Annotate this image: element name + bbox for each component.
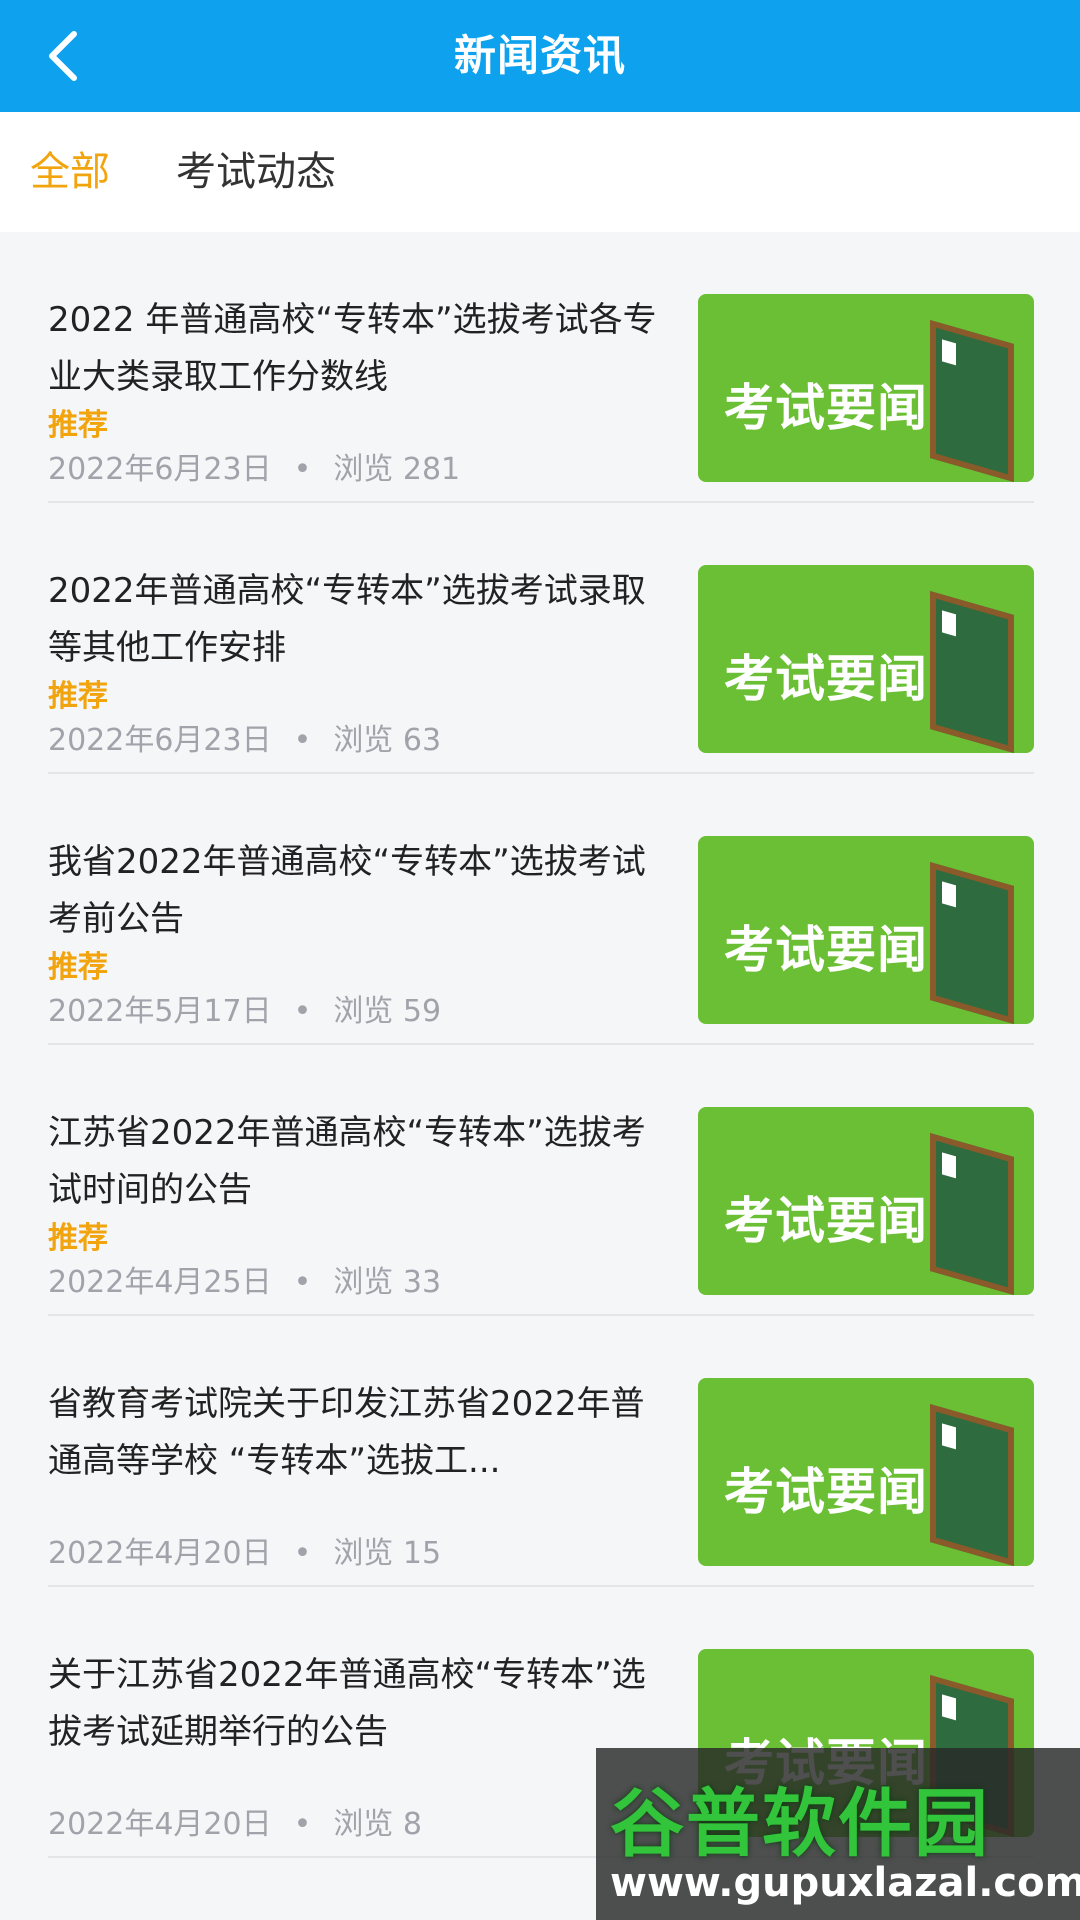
recommend-tag: 推荐 [48, 679, 108, 714]
views-label: 浏览 [333, 1265, 394, 1300]
recommend-tag: 推荐 [48, 950, 108, 985]
news-meta: 2022年4月20日 • 浏览 8 [48, 1799, 422, 1843]
recommend-tag: 推荐 [48, 408, 108, 443]
watermark-name: 谷普软件园 [610, 1781, 990, 1867]
news-title: 我省2022年普通高校“专转本”选拔考试考前公告 [48, 842, 646, 939]
blackboard-icon [930, 1403, 1014, 1566]
news-item[interactable]: 2022 年普通高校“专转本”选拔考试各专业大类录取工作分数线 推荐 2022年6月… [48, 232, 1034, 503]
views-count: 15 [402, 1536, 442, 1571]
views-count: 8 [402, 1807, 422, 1842]
recommend-tag: 推荐 [48, 1221, 108, 1256]
dot-separator: • [293, 452, 312, 487]
views-label: 浏览 [333, 1536, 394, 1571]
news-title: 2022 年普通高校“专转本”选拔考试各专业大类录取工作分数线 [48, 300, 657, 397]
news-meta: 2022年6月23日 • 浏览 281 [48, 444, 460, 488]
news-date: 2022年4月25日 [48, 1265, 272, 1300]
views-count: 33 [402, 1265, 442, 1300]
app-header: 新闻资讯 [0, 0, 1080, 112]
views-label: 浏览 [333, 994, 394, 1029]
tab-bar: 全部 考试动态 [0, 112, 1080, 232]
news-thumbnail: 考试要闻 [698, 1107, 1034, 1295]
thumbnail-text: 考试要闻 [724, 650, 928, 708]
thumbnail-text: 考试要闻 [724, 1192, 928, 1250]
news-thumbnail: 考试要闻 [698, 836, 1034, 1024]
news-thumbnail: 考试要闻 [698, 294, 1034, 482]
news-meta: 2022年6月23日 • 浏览 63 [48, 715, 441, 759]
thumbnail-text: 考试要闻 [724, 921, 928, 979]
news-thumbnail: 考试要闻 [698, 1378, 1034, 1566]
news-item[interactable]: 省教育考试院关于印发江苏省2022年普通高等学校 “专转本”选拔工... 2022… [48, 1316, 1034, 1587]
dot-separator: • [293, 723, 312, 758]
blackboard-icon [930, 319, 1014, 482]
news-date: 2022年4月20日 [48, 1807, 272, 1842]
news-date: 2022年6月23日 [48, 723, 272, 758]
dot-separator: • [293, 1265, 312, 1300]
tab-exam-news[interactable]: 考试动态 [176, 112, 336, 232]
views-count: 59 [402, 994, 442, 1029]
news-meta: 2022年5月17日 • 浏览 59 [48, 986, 441, 1030]
tab-all[interactable]: 全部 [30, 112, 110, 232]
watermark: 谷普软件园 www.gupuxlazal.com [596, 1748, 1080, 1920]
news-date: 2022年5月17日 [48, 994, 272, 1029]
news-item[interactable]: 江苏省2022年普通高校“专转本”选拔考试时间的公告推荐 2022年4月25日 • 浏… [48, 1045, 1034, 1316]
news-title: 江苏省2022年普通高校“专转本”选拔考试时间的公告 [48, 1113, 646, 1210]
blackboard-icon [930, 1132, 1014, 1295]
dot-separator: • [293, 994, 312, 1029]
thumbnail-text: 考试要闻 [724, 379, 928, 437]
views-label: 浏览 [333, 452, 394, 487]
news-title: 省教育考试院关于印发江苏省2022年普通高等学校 “专转本”选拔工... [48, 1384, 645, 1481]
page-title: 新闻资讯 [453, 31, 626, 80]
views-label: 浏览 [333, 723, 394, 758]
views-count: 63 [402, 723, 442, 758]
dot-separator: • [293, 1807, 312, 1842]
news-date: 2022年6月23日 [48, 452, 272, 487]
blackboard-icon [930, 861, 1014, 1024]
views-label: 浏览 [333, 1807, 394, 1842]
news-meta: 2022年4月20日 • 浏览 15 [48, 1528, 441, 1572]
news-item[interactable]: 2022年普通高校“专转本”选拔考试录取等其他工作安排推荐 2022年6月23日 •… [48, 503, 1034, 774]
news-thumbnail: 考试要闻 [698, 565, 1034, 753]
news-title: 关于江苏省2022年普通高校“专转本”选拔考试延期举行的公告 [48, 1655, 646, 1752]
thumbnail-text: 考试要闻 [724, 1463, 928, 1521]
watermark-url: www.gupuxlazal.com [610, 1860, 1080, 1906]
dot-separator: • [293, 1536, 312, 1571]
views-count: 281 [402, 452, 461, 487]
news-date: 2022年4月20日 [48, 1536, 272, 1571]
news-title: 2022年普通高校“专转本”选拔考试录取等其他工作安排 [48, 571, 646, 668]
news-meta: 2022年4月25日 • 浏览 33 [48, 1257, 441, 1301]
blackboard-icon [930, 590, 1014, 753]
news-item[interactable]: 我省2022年普通高校“专转本”选拔考试考前公告推荐 2022年5月17日 • 浏览 … [48, 774, 1034, 1045]
